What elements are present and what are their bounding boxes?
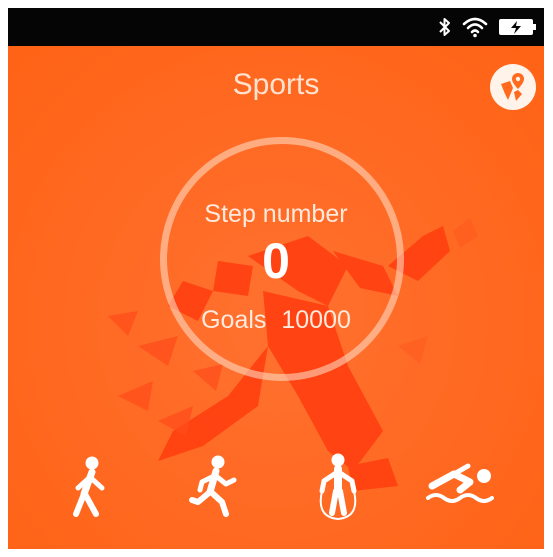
status-icons <box>438 15 538 39</box>
jump-rope-icon <box>319 453 357 521</box>
location-pin-icon <box>501 73 524 101</box>
goals-label: Goals <box>201 306 267 334</box>
page-title: Sports <box>232 68 320 101</box>
step-number-label: Step number <box>204 200 348 228</box>
sports-screen: Sports Step number 0 Goals 10000 <box>8 46 544 549</box>
bluetooth-icon <box>439 18 450 36</box>
app-frame: Sports Step number 0 Goals 10000 <box>8 8 544 549</box>
activity-bar <box>8 446 544 526</box>
goals-row: Goals 10000 <box>8 306 544 335</box>
swimming-icon <box>426 463 494 503</box>
location-button[interactable] <box>490 64 536 110</box>
goals-value: 10000 <box>281 306 351 334</box>
status-bar <box>8 8 544 46</box>
battery-charging-icon <box>499 19 536 35</box>
activity-run-button[interactable] <box>174 446 254 526</box>
running-icon <box>189 455 237 517</box>
activity-swim-button[interactable] <box>422 446 502 526</box>
activity-walk-button[interactable] <box>50 446 130 526</box>
step-count: 0 <box>262 233 290 289</box>
activity-jump-rope-button[interactable] <box>298 446 378 526</box>
walking-icon <box>73 456 105 517</box>
wifi-icon <box>462 17 488 38</box>
